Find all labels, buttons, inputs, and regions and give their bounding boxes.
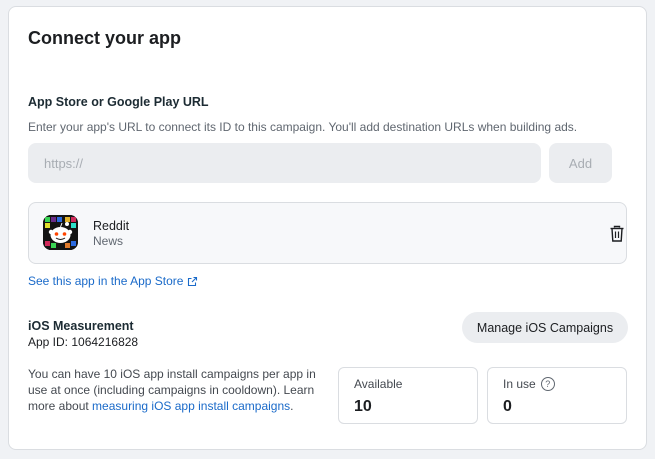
url-help-text: Enter your app's URL to connect its ID t…: [28, 120, 578, 134]
trash-icon: [610, 225, 624, 242]
ios-learn-more-link[interactable]: measuring iOS app install campaigns: [92, 399, 290, 413]
add-button[interactable]: Add: [549, 143, 612, 183]
manage-ios-campaigns-button[interactable]: Manage iOS Campaigns: [462, 312, 628, 343]
ios-measurement-title: iOS Measurement: [28, 319, 134, 333]
in-use-value: 0: [503, 398, 512, 415]
available-label: Available: [354, 377, 403, 391]
card-title: Connect your app: [28, 28, 182, 48]
app-url-input[interactable]: [28, 143, 541, 183]
app-store-link-text: See this app in the App Store: [28, 274, 184, 288]
ios-app-id: App ID: 1064216828: [28, 335, 139, 349]
in-use-label: In use ?: [503, 377, 555, 391]
url-field-label: App Store or Google Play URL: [28, 95, 209, 109]
remove-app-button[interactable]: [606, 223, 628, 245]
question-circle-icon[interactable]: ?: [540, 377, 555, 391]
in-use-stat: In use ? 0: [487, 367, 627, 424]
ios-info-end: .: [290, 399, 294, 413]
app-store-link[interactable]: See this app in the App Store: [28, 274, 198, 288]
app-name: Reddit: [93, 219, 130, 233]
ios-info-text: You can have 10 iOS app install campaign…: [28, 366, 323, 414]
external-link-icon: [188, 276, 198, 286]
available-stat: Available 10: [338, 367, 478, 424]
connected-app-row: Reddit News: [28, 202, 627, 264]
reddit-app-icon: [43, 215, 78, 250]
app-category: News: [93, 234, 124, 248]
connect-app-card: Connect your app App Store or Google Pla…: [8, 6, 647, 450]
available-value: 10: [354, 398, 372, 415]
